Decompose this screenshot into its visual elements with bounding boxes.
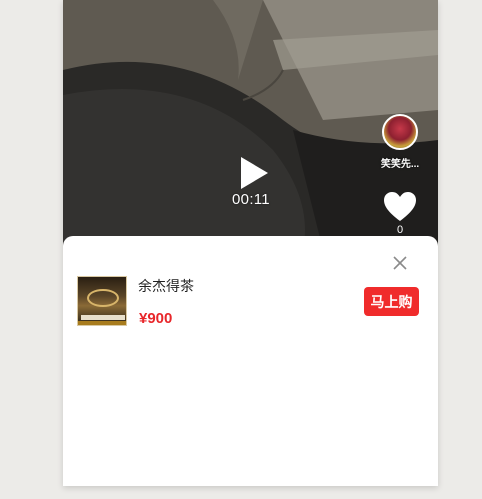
video-player[interactable]: 00:11 笑笑先... 0	[63, 0, 438, 250]
author-avatar[interactable]	[382, 114, 418, 150]
play-icon	[240, 157, 268, 189]
product-item[interactable]: 余杰得茶 ¥900 马上购	[77, 276, 427, 327]
author-name[interactable]: 笑笑先...	[381, 155, 419, 170]
heart-icon[interactable]	[382, 190, 418, 224]
product-thumbnail[interactable]	[77, 276, 127, 326]
buy-now-button[interactable]: 马上购	[364, 287, 419, 316]
side-action-bar: 笑笑先... 0	[380, 114, 420, 236]
close-icon[interactable]	[390, 253, 410, 273]
product-price: ¥900	[139, 310, 173, 327]
product-sheet: 余杰得茶 ¥900 马上购	[63, 236, 438, 486]
phone-frame: 00:11 笑笑先... 0 余杰得茶 ¥900 马上购	[63, 0, 438, 486]
video-duration: 00:11	[232, 191, 270, 208]
play-button[interactable]: 00:11	[223, 157, 279, 213]
like-count: 0	[396, 224, 404, 236]
product-name: 余杰得茶	[138, 278, 194, 294]
